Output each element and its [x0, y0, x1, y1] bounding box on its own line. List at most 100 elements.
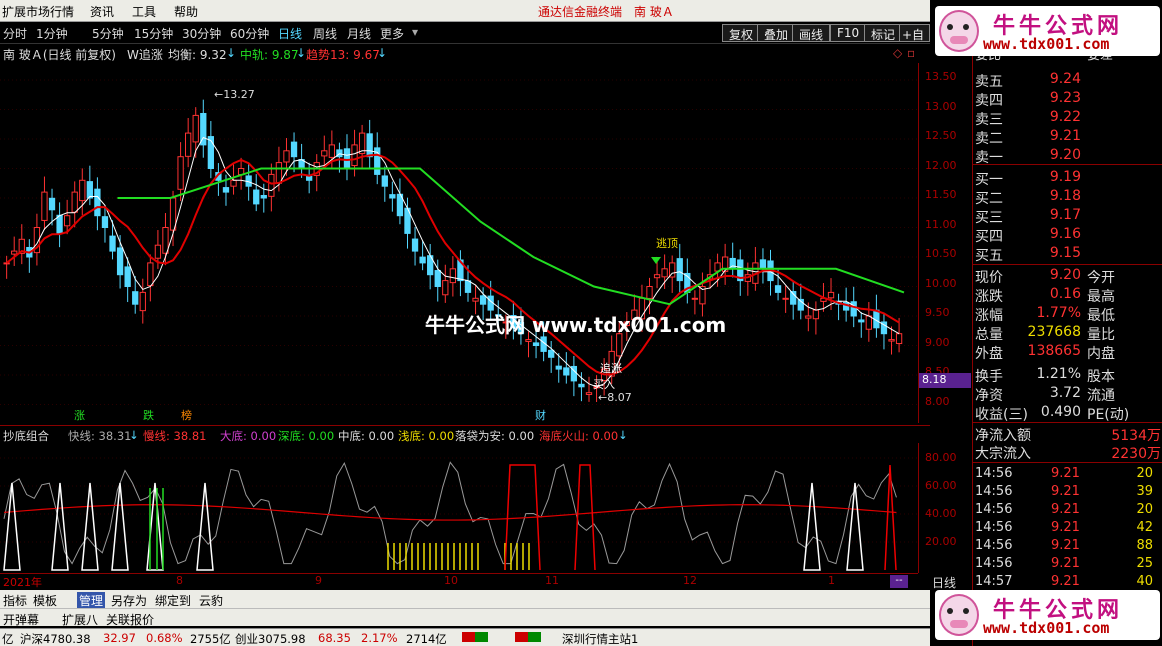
mark-button[interactable]: 标记 [864, 24, 903, 42]
tab-manage[interactable]: 管理 [77, 592, 106, 609]
haidi-value: 海底火山: 0.00 [539, 429, 619, 443]
spike-mark [3, 482, 21, 571]
overlay-button[interactable]: 叠加 [757, 24, 796, 42]
date-label: 2021年 [3, 576, 42, 589]
candle-body [283, 150, 290, 163]
server-name[interactable]: 深圳行情主站1 [562, 631, 638, 646]
candle-body [64, 215, 71, 227]
candle-body [419, 256, 426, 264]
price-tick-label: 13.50 [925, 70, 957, 83]
stat-row: 涨幅 1.77% 最低 [975, 305, 1115, 324]
stat-row: 总量 237668 量比 [975, 324, 1115, 343]
kuaixian-value: 快线: 38.31 [68, 429, 132, 443]
add-favorite-button[interactable]: +自选 [899, 24, 930, 42]
diamond-icon[interactable]: ◇ [893, 46, 902, 60]
tab-yunbao[interactable]: 云豹 [199, 592, 223, 609]
f10-button[interactable]: F10 [830, 24, 867, 42]
candle-body [411, 238, 419, 252]
candle-body [139, 291, 146, 312]
period-label: 日线 [932, 576, 957, 590]
candle-body [646, 286, 653, 299]
candle-body [827, 291, 835, 299]
stat-row: 净资 3.72 流通 [975, 385, 1115, 404]
candle-body [253, 189, 260, 205]
index-sh-volume: 2755亿 [190, 632, 231, 646]
ask-row: 卖四 9.23 [975, 90, 1081, 109]
candle-body [147, 262, 154, 287]
tab-template[interactable]: 模板 [33, 592, 57, 609]
menu-bar: 扩展市场行情 资讯 工具 帮助 通达信金融终端 南 玻Ａ [0, 0, 930, 22]
date-label: 12 [683, 574, 697, 587]
spike-mark [846, 482, 864, 571]
candle-body [585, 392, 593, 395]
tab-30min[interactable]: 30分钟 [182, 25, 221, 42]
tab-1min[interactable]: 1分钟 [36, 25, 68, 42]
tab-monthly[interactable]: 月线 [347, 25, 371, 42]
indicator-name[interactable]: W追涨 [127, 46, 163, 63]
candle-body [812, 309, 820, 320]
candle-body [222, 187, 230, 193]
menu-item-news[interactable]: 资讯 [90, 3, 114, 20]
candlestick-chart[interactable]: ←13.27 ←8.07 逃顶追涨买入涨 跌 榜 财 [0, 63, 918, 425]
tick-row: 14:56 9.21 88 [975, 538, 1153, 553]
candle-body [79, 179, 86, 202]
chevron-down-icon[interactable]: ▾ [412, 25, 418, 39]
tab-weekly[interactable]: 周线 [313, 25, 337, 42]
candle-body [548, 349, 555, 358]
candle-body [124, 266, 131, 287]
candle-body [865, 315, 872, 330]
candle-body [86, 181, 93, 199]
app-title: 通达信金融终端 [538, 5, 623, 19]
candle-body [162, 227, 169, 254]
mini-bar-icon [462, 632, 488, 642]
index-sh[interactable]: 沪深4780.38 [20, 631, 91, 646]
sub-tick-label: 40.00 [925, 507, 957, 520]
arrow-down-icon: ↓ [377, 46, 388, 60]
candle-body [381, 175, 388, 187]
candle-body [290, 141, 298, 158]
tab-ext8[interactable]: 扩展八 [62, 611, 98, 628]
shendi-value: 深底: 0.00 [278, 429, 335, 443]
tab-5min[interactable]: 5分钟 [92, 25, 124, 42]
tab-fenshi[interactable]: 分时 [3, 25, 27, 42]
spike-mark [196, 482, 214, 571]
menu-item-tools[interactable]: 工具 [132, 3, 156, 20]
fuquan-button[interactable]: 复权 [722, 24, 761, 42]
ask-row: 卖三 9.22 [975, 109, 1081, 128]
tab-15min[interactable]: 15分钟 [134, 25, 173, 42]
watermark-text: 牛牛公式网 www.tdx001.com [425, 313, 727, 337]
extra-tabs: 开弹幕 扩展八 关联报价 [0, 608, 930, 628]
tab-more[interactable]: 更多 [380, 25, 404, 42]
stat-row: 换手 1.21% 股本 [975, 366, 1115, 385]
window-icon[interactable]: ▫ [907, 46, 915, 60]
date-label: 1 [828, 574, 835, 587]
candle-body [3, 262, 10, 265]
sub-tick-label: 60.00 [925, 479, 957, 492]
scroll-marker[interactable]: -- [890, 575, 908, 588]
index-sh-pct: 0.68% [146, 631, 183, 645]
netflow-row: 净流入额 5134万 [975, 428, 1161, 444]
menu-item-help[interactable]: 帮助 [174, 3, 198, 20]
draw-button[interactable]: 画线 [792, 24, 831, 42]
stat-row: 收益(三) 0.490 PE(动) [975, 404, 1130, 423]
tab-saveas[interactable]: 另存为 [111, 592, 147, 609]
sub-indicator-name[interactable]: 抄底组合 [3, 428, 49, 444]
site-logo: 牛牛公式网 www.tdx001.com [935, 6, 1160, 56]
tab-indicator[interactable]: 指标 [3, 592, 27, 609]
index-cy-change: 68.35 [318, 631, 351, 645]
candle-body [661, 268, 668, 278]
tab-related-quote[interactable]: 关联报价 [106, 611, 154, 628]
tab-bind[interactable]: 绑定到 [155, 592, 191, 609]
price-tick-label: 10.50 [925, 247, 957, 260]
price-tick-label: 9.50 [925, 306, 950, 319]
menu-item-market[interactable]: 扩展市场行情 [2, 3, 74, 20]
tab-daily[interactable]: 日线 [278, 25, 302, 42]
candle-body [321, 150, 328, 157]
tab-60min[interactable]: 60分钟 [230, 25, 269, 42]
bid-row: 买四 9.16 [975, 226, 1081, 245]
sub-tick-label: 20.00 [925, 535, 957, 548]
sub-indicator-chart[interactable] [0, 443, 918, 573]
candle-body [351, 144, 358, 167]
index-cy[interactable]: 创业3075.98 [235, 631, 306, 646]
tab-danmu[interactable]: 开弹幕 [3, 611, 39, 628]
